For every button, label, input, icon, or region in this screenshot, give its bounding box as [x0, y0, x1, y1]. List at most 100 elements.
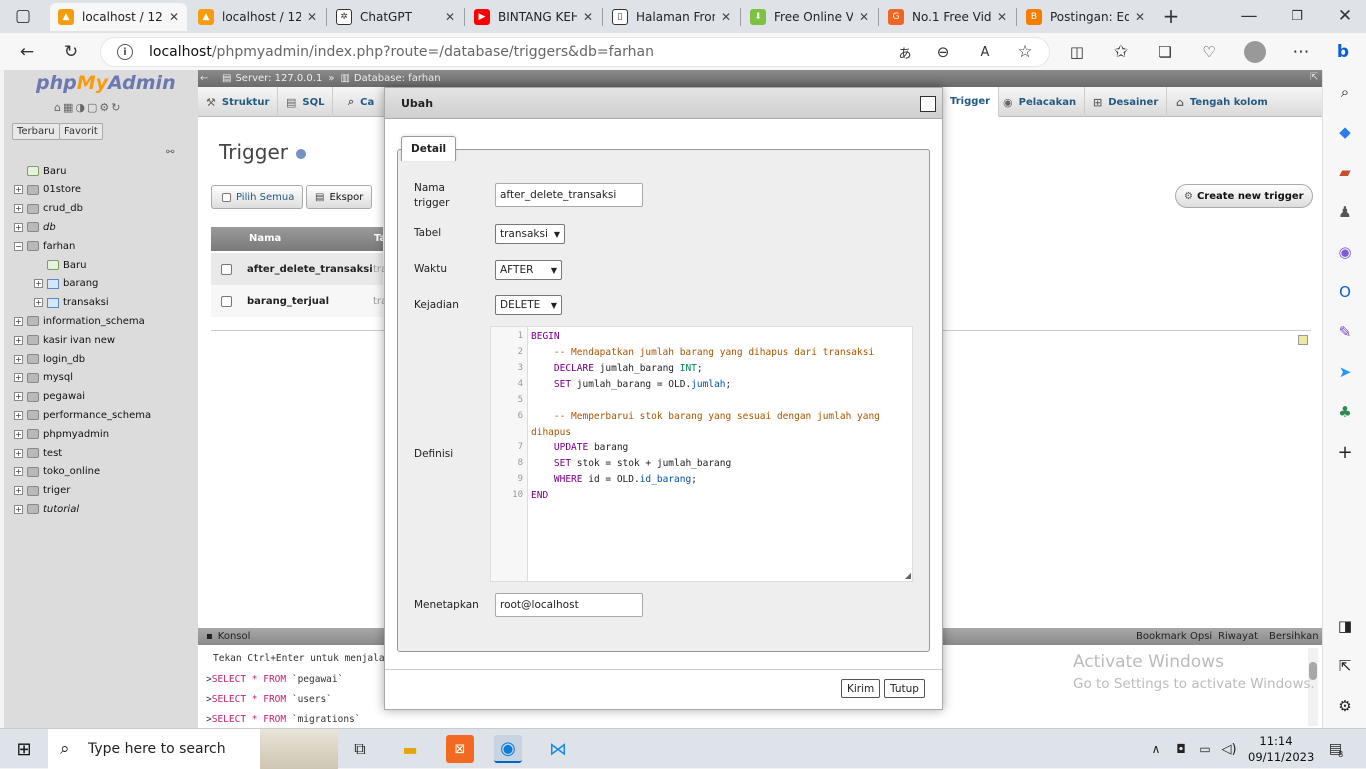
expand-icon[interactable]: + [14, 486, 23, 496]
tree-item[interactable]: Baru [14, 162, 66, 180]
restore-icon[interactable]: ❐ [1284, 3, 1310, 29]
tab-no1-free[interactable]: G No.1 Free Vid ✕ [880, 3, 1015, 31]
maximize-icon[interactable]: ⇱ [1310, 72, 1318, 83]
console-query[interactable]: >SELECT * FROM `pegawai` [206, 674, 343, 685]
console-history[interactable]: Riwayat [1218, 631, 1258, 642]
taskbar-search-box[interactable]: ⌕ Type here to search [48, 729, 338, 769]
tree-item[interactable]: + triger [14, 482, 70, 500]
row-checkbox[interactable] [221, 263, 232, 275]
external-link-icon[interactable]: ⇱ [1335, 656, 1355, 676]
close-icon[interactable]: ✕ [169, 10, 179, 24]
more-menu-icon[interactable]: ⋯ [1288, 39, 1314, 65]
settings-icon[interactable]: ⚙ [1335, 696, 1355, 716]
tree-item[interactable]: + information_schema [14, 312, 145, 330]
tab-tracking[interactable]: ◉ Pelacakan [995, 87, 1086, 117]
time-select[interactable]: AFTER ▼ [495, 260, 562, 280]
definition-code-editor[interactable]: 1 2 3 4 5 6 7 8 9 10 BEGIN -- Mendapatkan jumlah … [490, 326, 913, 582]
xampp-icon[interactable]: ⊠ [446, 735, 474, 763]
refresh-icon[interactable]: ↻ [58, 39, 84, 65]
collapse-icon[interactable]: ← [198, 70, 210, 87]
help-icon[interactable] [295, 148, 306, 159]
tree-item[interactable]: Baru [34, 256, 86, 274]
profile-avatar[interactable] [1242, 39, 1268, 65]
vscode-icon[interactable]: ⋈ [544, 735, 572, 763]
expand-icon[interactable]: + [14, 392, 23, 402]
tree-item[interactable]: + test [14, 444, 62, 462]
clock[interactable]: 11:14 09/11/2023 [1248, 733, 1314, 765]
bing-copilot-icon[interactable]: b [1330, 39, 1356, 65]
tree-item[interactable]: + phpmyadmin [14, 425, 109, 443]
read-aloud-icon[interactable]: あ [892, 39, 918, 65]
dialog-close-icon[interactable] [920, 96, 936, 112]
zoom-icon[interactable]: ⊖ [930, 39, 956, 65]
new-tab-icon[interactable]: + [1158, 3, 1184, 29]
minimize-icon[interactable]: — [1236, 3, 1262, 29]
tree-item[interactable]: + kasir ivan new [14, 331, 115, 349]
tree-icon[interactable]: ♣ [1335, 402, 1355, 422]
resize-handle-icon[interactable]: ◢ [905, 571, 911, 580]
favorite-star-icon[interactable]: ☆ [1012, 39, 1038, 65]
tree-item[interactable]: + transaksi [34, 294, 109, 312]
notepad-icon[interactable] [1298, 335, 1308, 345]
edge-icon[interactable]: ◉ [494, 735, 522, 763]
table-row[interactable]: barang_terjual tra [211, 285, 387, 317]
close-button[interactable]: Tutup [884, 679, 925, 698]
tree-item[interactable]: + toko_online [14, 463, 100, 481]
select-all-button[interactable]: Pilih Semua [211, 185, 304, 209]
tab-free-online[interactable]: ⬇ Free Online Vi ✕ [742, 3, 877, 31]
tree-item[interactable]: + crud_db [14, 200, 83, 218]
volume-icon[interactable]: ◁) [1218, 735, 1240, 763]
tab-recent[interactable]: Terbaru [12, 123, 60, 140]
row-checkbox[interactable] [221, 295, 232, 307]
tab-localhost-1[interactable]: ▲ localhost / 12 ✕ [50, 3, 187, 31]
expand-icon[interactable]: + [34, 298, 43, 308]
expand-icon[interactable]: + [14, 222, 23, 232]
create-trigger-button[interactable]: ⚙ Create new trigger [1175, 184, 1313, 208]
tree-item[interactable]: + barang [34, 275, 98, 293]
games-icon[interactable]: ♟ [1335, 202, 1355, 222]
expand-icon[interactable]: + [14, 448, 23, 458]
select-all-checkbox[interactable] [222, 192, 231, 202]
windows-start-icon[interactable]: ⊞ [10, 735, 38, 763]
tab-central-columns[interactable]: ⌂ Tengah kolom [1168, 87, 1276, 117]
expand-icon[interactable] [34, 261, 43, 270]
close-icon[interactable]: ✕ [721, 10, 731, 24]
export-button[interactable]: ▤ Ekspor [306, 185, 373, 209]
add-icon[interactable]: + [1335, 442, 1355, 463]
expand-icon[interactable]: + [14, 429, 23, 439]
tree-item[interactable]: + mysql [14, 369, 73, 387]
expand-icon[interactable]: + [14, 185, 23, 195]
tab-chatgpt[interactable]: ✲ ChatGPT ✕ [328, 3, 463, 31]
table-select[interactable]: transaksi ▼ [495, 224, 566, 244]
tree-item[interactable]: + tutorial [14, 500, 79, 518]
chevron-up-icon[interactable]: ∧ [1146, 735, 1166, 763]
split-screen-icon[interactable]: ◫ [1064, 39, 1090, 65]
tab-youtube[interactable]: ▶ BINTANG KEH ✕ [466, 3, 601, 31]
tab-designer[interactable]: ⊞ Desainer [1085, 87, 1168, 117]
console-query[interactable]: >SELECT * FROM `users` [206, 694, 332, 705]
tab-actions-icon[interactable]: ▢ [10, 3, 36, 29]
tab-trigger[interactable]: Trigger [938, 87, 1000, 117]
search-icon[interactable]: ⌕ [1335, 82, 1355, 102]
shopping-tag-icon[interactable]: ◆ [1335, 122, 1355, 142]
camera-icon[interactable]: ◘ [1170, 735, 1192, 763]
trigger-name-input[interactable]: after_delete_transaksi [495, 183, 643, 207]
console-bookmark[interactable]: Bookmark [1136, 631, 1187, 642]
close-window-icon[interactable]: ✕ [1332, 3, 1358, 29]
close-icon[interactable]: ✕ [307, 10, 317, 24]
expand-icon[interactable]: + [14, 335, 23, 345]
tab-structure[interactable]: ⚒ Struktur [198, 87, 279, 117]
favorites-icon[interactable]: ✩ [1108, 39, 1134, 65]
event-select[interactable]: DELETE ▼ [495, 295, 562, 315]
tree-item[interactable]: + login_db [14, 350, 85, 368]
tree-item[interactable]: + db [14, 218, 56, 236]
info-icon[interactable]: i [117, 44, 133, 60]
expand-icon[interactable]: + [14, 410, 23, 420]
office-icon[interactable]: ◉ [1335, 242, 1355, 262]
tab-search[interactable]: ⌕ Ca [340, 87, 382, 117]
submit-button[interactable]: Kirim [841, 679, 881, 698]
close-icon[interactable]: ✕ [445, 10, 455, 24]
expand-icon[interactable]: + [14, 316, 23, 326]
tab-postingan[interactable]: B Postingan: Ed ✕ [1018, 3, 1153, 31]
expand-icon[interactable] [14, 167, 23, 176]
